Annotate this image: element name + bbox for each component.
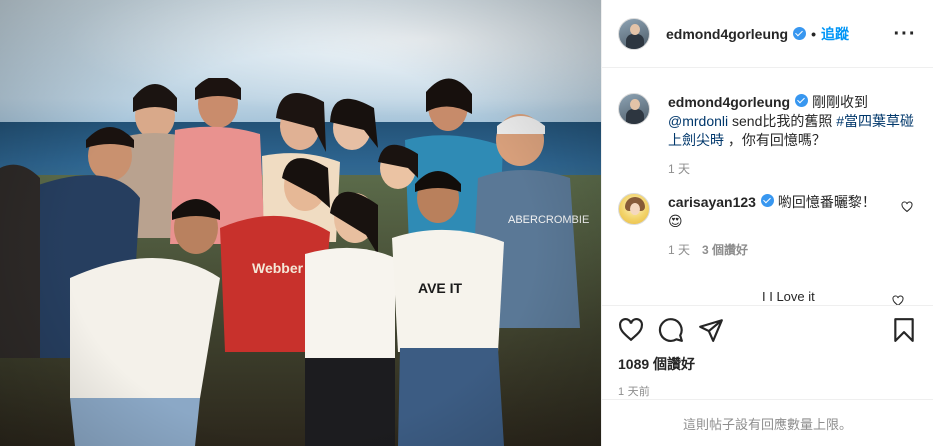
comment-icon[interactable] (658, 317, 684, 343)
avatar-head (630, 99, 640, 110)
comment-text: carisayan123 喲回憶番曬黎！ 😍 (668, 193, 917, 231)
caption-text-mid: send比我的舊照 (728, 113, 837, 129)
caption-username[interactable]: edmond4gorleung (668, 94, 790, 110)
verified-badge-icon (760, 194, 774, 207)
likes-count[interactable]: 1089 個讚好 (618, 354, 917, 374)
caption-mention-link[interactable]: @mrdonli (668, 113, 728, 129)
header-username-block: edmond4gorleung • 追蹤 (666, 24, 849, 44)
comment-content: carisayan123 喲回憶番曬黎！ 😍 1 天 3 個讚好 (668, 193, 917, 258)
caption-meta: 1 天 (668, 160, 917, 177)
comment-likes[interactable]: 3 個讚好 (702, 241, 748, 258)
verified-badge-icon (793, 27, 807, 40)
avatar[interactable] (618, 17, 650, 50)
comment-username[interactable]: carisayan123 (668, 194, 756, 210)
caption-text-start: 剛剛收到 (812, 94, 869, 110)
paper-plane-icon[interactable] (698, 317, 724, 343)
caption-content: edmond4gorleung 剛剛收到 @mrdonli send比我的舊照 … (668, 93, 917, 177)
separator-dot: • (811, 25, 817, 42)
follow-button[interactable]: 追蹤 (821, 24, 849, 44)
verified-badge-icon (795, 94, 809, 107)
caption-text-end: ，你有回憶嗎？ (724, 132, 826, 148)
comment-like-heart-icon[interactable] (901, 201, 913, 213)
comments-section: edmond4gorleung 剛剛收到 @mrdonli send比我的舊照 … (602, 69, 933, 305)
bookmark-icon[interactable] (891, 317, 917, 343)
header-username[interactable]: edmond4gorleung (666, 26, 788, 42)
caption-text: edmond4gorleung 剛剛收到 @mrdonli send比我的舊照 … (668, 93, 917, 150)
comment-meta: 1 天 3 個讚好 (668, 241, 917, 258)
comment-body: 喲回憶番曬黎！ (777, 194, 876, 210)
post-photo[interactable]: ABERCROMBIE Webber AVE IT (0, 0, 601, 446)
partial-comment-heart-icon[interactable] (892, 295, 904, 305)
partial-comment-text: I I Love it (762, 289, 815, 304)
post-actions: 1089 個讚好 1 天前 (602, 305, 933, 399)
avatar-head (630, 23, 640, 35)
list-item: carisayan123 喲回憶番曬黎！ 😍 1 天 3 個讚好 (618, 193, 917, 258)
more-horizontal-icon[interactable]: ··· (893, 24, 917, 44)
avatar-body (626, 109, 644, 124)
post-sidebar: edmond4gorleung • 追蹤 ··· edmond4gorleung… (601, 0, 933, 446)
avatar[interactable] (618, 93, 650, 125)
avatar-face (630, 203, 640, 215)
post-time[interactable]: 1 天前 (618, 383, 917, 399)
avatar-body (626, 33, 644, 49)
avatar[interactable] (618, 193, 650, 225)
comments-limited-text: 這則帖子設有回應數量上限。 (682, 416, 852, 432)
photo-vignette (0, 0, 601, 446)
comment-time[interactable]: 1 天 (668, 241, 690, 258)
heart-icon[interactable] (618, 317, 644, 343)
comment-emoji: 😍 (668, 213, 683, 229)
caption: edmond4gorleung 剛剛收到 @mrdonli send比我的舊照 … (618, 93, 917, 177)
caption-time[interactable]: 1 天 (668, 160, 690, 177)
post-header: edmond4gorleung • 追蹤 ··· (602, 0, 933, 68)
action-icons (618, 316, 917, 344)
comments-limited-notice: 這則帖子設有回應數量上限。 (602, 399, 933, 446)
